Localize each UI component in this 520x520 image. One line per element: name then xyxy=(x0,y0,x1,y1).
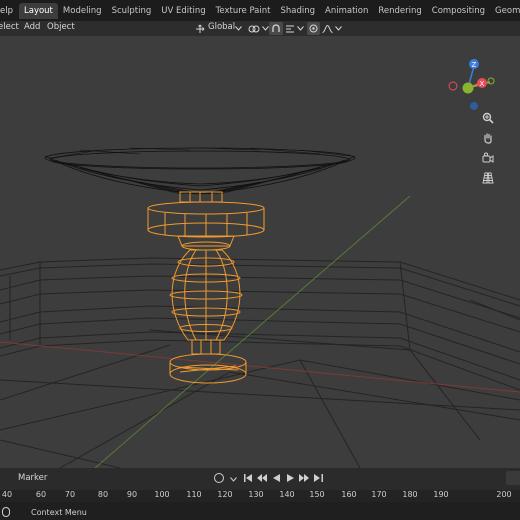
tab-shading[interactable]: Shading xyxy=(275,3,320,19)
chevron-down-icon[interactable] xyxy=(334,22,342,35)
ruler-tick: 200 xyxy=(496,490,512,499)
tab-texture-paint[interactable]: Texture Paint xyxy=(211,3,276,19)
tab-geometry-nodes[interactable]: Geometry Nodes xyxy=(490,3,520,19)
status-context-menu: Context Menu xyxy=(31,508,87,517)
chevron-down-icon[interactable] xyxy=(261,22,269,35)
add-menu[interactable]: Add xyxy=(24,22,40,32)
help-menu[interactable]: elp xyxy=(0,6,19,16)
tab-animation[interactable]: Animation xyxy=(320,3,373,19)
ruler-tick: 40 xyxy=(1,490,13,499)
chevron-down-icon[interactable] xyxy=(230,475,238,482)
ruler-tick: 80 xyxy=(97,490,109,499)
select-menu[interactable]: elect xyxy=(0,22,19,32)
ruler-tick: 130 xyxy=(248,490,264,499)
next-keyframe-icon[interactable] xyxy=(298,472,310,484)
hand-icon[interactable] xyxy=(482,132,502,152)
ruler-tick: 120 xyxy=(217,490,233,499)
mouse-icon xyxy=(2,507,12,517)
ruler-tick: 190 xyxy=(433,490,449,499)
ruler-tick: 150 xyxy=(309,490,325,499)
gizmo-x-label: X xyxy=(480,80,485,88)
snap-element-icon[interactable] xyxy=(284,22,296,35)
scene-wireframe: Z X xyxy=(0,59,520,468)
workspace-bar: elp Layout Modeling Sculpting UV Editing… xyxy=(0,0,520,21)
viewport-header: elect Add Object Global xyxy=(0,21,520,36)
tab-sculpting[interactable]: Sculpting xyxy=(107,3,157,19)
falloff-icon[interactable] xyxy=(321,22,334,35)
ruler-tick: 110 xyxy=(186,490,202,499)
tab-uv-editing[interactable]: UV Editing xyxy=(156,3,210,19)
object-menu[interactable]: Object xyxy=(47,22,75,32)
grid-icon[interactable] xyxy=(482,172,502,192)
camera-icon[interactable] xyxy=(482,152,502,172)
ruler-tick: 90 xyxy=(126,490,138,499)
gizmo-z-label: Z xyxy=(472,61,477,69)
ruler-tick: 170 xyxy=(371,490,387,499)
orientation-icon[interactable] xyxy=(194,22,206,35)
prev-keyframe-icon[interactable] xyxy=(256,472,268,484)
proportional-edit-icon[interactable] xyxy=(307,22,320,35)
jump-start-icon[interactable] xyxy=(242,472,254,484)
frame-field[interactable] xyxy=(506,471,520,485)
ruler-tick: 140 xyxy=(279,490,295,499)
timeline-ruler[interactable]: 40 60 70 80 90 100 110 120 130 140 150 1… xyxy=(0,490,520,502)
3d-viewport[interactable]: Z X xyxy=(0,36,520,468)
tab-rendering[interactable]: Rendering xyxy=(373,3,426,19)
timeline-header: Marker xyxy=(0,468,520,490)
tab-compositing[interactable]: Compositing xyxy=(427,3,490,19)
snap-toggle-icon[interactable] xyxy=(269,22,283,35)
orientation-dropdown[interactable]: Global xyxy=(208,22,235,32)
zoom-icon[interactable] xyxy=(482,112,502,132)
keying-icon[interactable] xyxy=(213,472,225,484)
chevron-down-icon[interactable] xyxy=(233,22,243,35)
ruler-tick: 100 xyxy=(154,490,170,499)
tab-layout[interactable]: Layout xyxy=(19,2,58,19)
marker-menu[interactable]: Marker xyxy=(18,473,47,483)
play-reverse-icon[interactable] xyxy=(270,472,282,484)
pivot-icon[interactable] xyxy=(247,22,261,35)
tab-modeling[interactable]: Modeling xyxy=(58,3,107,19)
ruler-tick: 70 xyxy=(64,490,76,499)
chevron-down-icon[interactable] xyxy=(296,22,304,35)
ruler-tick: 180 xyxy=(402,490,418,499)
status-bar: Context Menu xyxy=(0,502,520,520)
jump-end-icon[interactable] xyxy=(312,472,324,484)
ruler-tick: 160 xyxy=(341,490,357,499)
play-icon[interactable] xyxy=(284,472,296,484)
ruler-tick: 60 xyxy=(35,490,47,499)
